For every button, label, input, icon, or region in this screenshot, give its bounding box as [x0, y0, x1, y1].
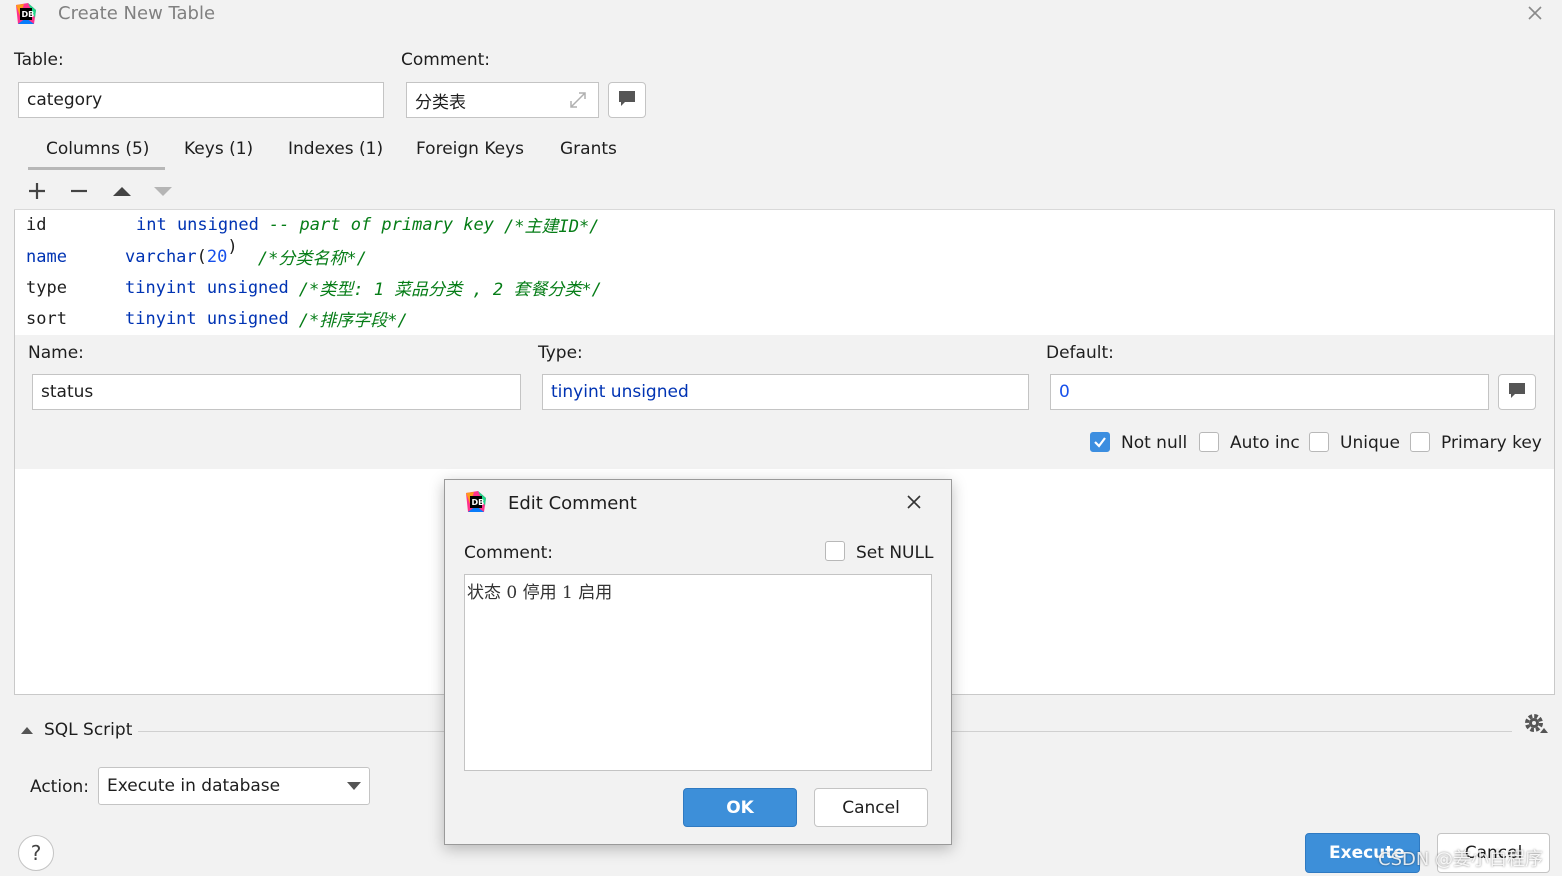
gear-icon[interactable] [1522, 711, 1548, 737]
unique-label: Unique [1340, 433, 1400, 453]
watermark: CSDN @姜小白程序 [1378, 849, 1544, 870]
collapse-icon[interactable] [20, 722, 34, 736]
column-comment: /*类型: 1 菜品分类 , 2 套餐分类*/ [298, 280, 602, 300]
not-null-label: Not null [1121, 433, 1188, 453]
default-label: Default: [1046, 343, 1114, 363]
column-row[interactable]: type tinyint unsigned /*类型: 1 菜品分类 , 2 套… [26, 272, 602, 303]
column-extra: -- part of primary key [268, 214, 494, 235]
primary-key-label: Primary key [1441, 433, 1542, 453]
tab-indexes[interactable]: Indexes (1) [288, 139, 383, 159]
column-name: id [26, 214, 47, 235]
ok-button[interactable]: OK [683, 788, 797, 827]
comment-icon [1507, 381, 1527, 404]
dialog-cancel-button[interactable]: Cancel [814, 788, 928, 827]
column-comment: /*主建ID*/ [504, 217, 600, 237]
auto-inc-label: Auto inc [1230, 433, 1300, 453]
column-comment: /*排序字段*/ [298, 311, 408, 331]
not-null-checkbox[interactable] [1090, 432, 1110, 452]
help-button[interactable]: ? [18, 835, 54, 871]
sql-script-label[interactable]: SQL Script [44, 720, 132, 740]
remove-icon[interactable] [66, 178, 92, 204]
close-icon[interactable] [1524, 2, 1546, 24]
add-icon[interactable] [24, 178, 50, 204]
dialog-title: Edit Comment [508, 493, 637, 514]
column-type: tinyint unsigned [125, 277, 289, 298]
column-type: tinyint unsigned [125, 308, 289, 329]
tab-keys[interactable]: Keys (1) [184, 139, 253, 159]
comment-icon [617, 89, 637, 112]
column-type: varchar [125, 246, 197, 267]
svg-text:DB: DB [472, 498, 485, 507]
comment-textarea[interactable]: 状态 0 停用 1 启用 [464, 574, 932, 771]
dialog-comment-label: Comment: [464, 543, 554, 563]
active-tab-indicator [28, 167, 165, 170]
app-logo-icon: DB [464, 490, 488, 514]
column-row[interactable]: id int unsigned -- part of primary key /… [26, 209, 599, 240]
columns-toolbar [14, 172, 1555, 210]
name-label: Name: [28, 343, 84, 363]
comment-label: Comment: [401, 50, 491, 70]
comment-value: 分类表 [415, 92, 466, 113]
action-value: Execute in database [107, 776, 281, 796]
column-name: name [26, 246, 67, 267]
tab-foreign-keys[interactable]: Foreign Keys [416, 139, 524, 159]
column-type-arg: 20 [206, 246, 228, 267]
table-label: Table: [14, 50, 64, 70]
column-name-input[interactable]: status [32, 374, 521, 410]
chevron-down-icon [347, 776, 361, 796]
column-name: sort [26, 308, 67, 329]
edit-comment-button[interactable] [608, 82, 646, 118]
set-null-label: Set NULL [856, 543, 934, 563]
tab-columns[interactable]: Columns (5) [46, 139, 149, 159]
close-icon[interactable] [904, 492, 924, 512]
set-null-checkbox[interactable] [825, 541, 845, 561]
tab-grants[interactable]: Grants [560, 139, 617, 159]
unique-checkbox[interactable] [1309, 432, 1329, 452]
column-name: type [26, 277, 67, 298]
checkmark-icon [1094, 437, 1106, 448]
expand-icon[interactable] [567, 89, 589, 111]
column-row[interactable]: sort tinyint unsigned /*排序字段*/ [26, 303, 408, 334]
move-down-icon[interactable] [150, 178, 176, 204]
type-label: Type: [538, 343, 583, 363]
column-comment: /*分类名称*/ [257, 249, 367, 269]
move-up-icon[interactable] [109, 178, 135, 204]
column-type: int unsigned [136, 214, 259, 235]
table-name-input[interactable]: category [18, 82, 384, 118]
column-type-input[interactable]: tinyint unsigned [542, 374, 1029, 410]
svg-text:DB: DB [22, 10, 35, 19]
edit-column-comment-button[interactable] [1498, 374, 1536, 410]
action-select[interactable]: Execute in database [98, 767, 370, 805]
action-label: Action: [30, 777, 89, 797]
default-input[interactable]: 0 [1050, 374, 1489, 410]
window-title: Create New Table [58, 3, 216, 24]
auto-inc-checkbox[interactable] [1199, 432, 1219, 452]
primary-key-checkbox[interactable] [1410, 432, 1430, 452]
column-row[interactable]: name varchar(20) /*分类名称*/ [26, 237, 367, 272]
app-logo-icon: DB [14, 2, 38, 26]
